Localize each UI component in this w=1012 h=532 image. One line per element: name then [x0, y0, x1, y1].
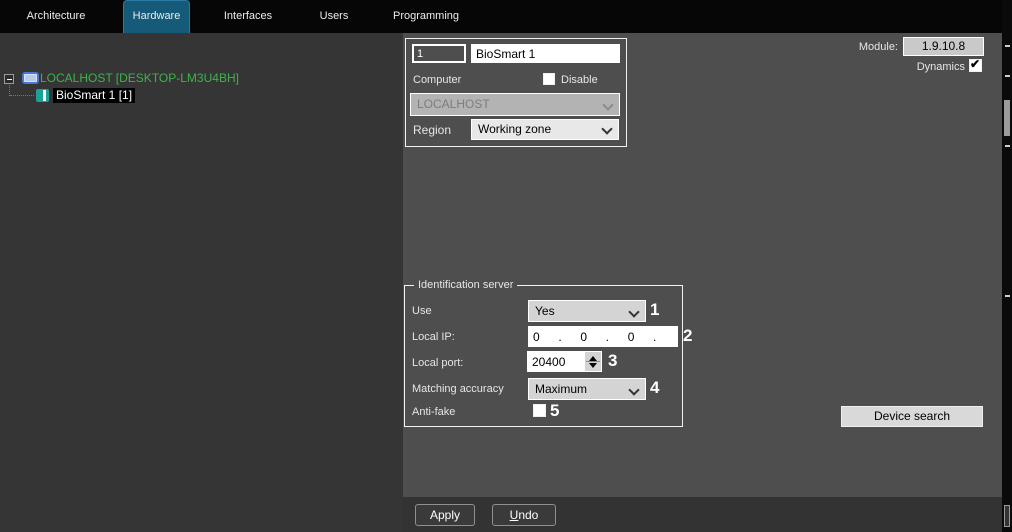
matching-accuracy-value: Maximum [535, 382, 587, 396]
splitter-dash [1005, 45, 1010, 47]
dynamics-label: Dynamics [890, 61, 965, 73]
annotation-2: 2 [683, 326, 692, 346]
computer-icon [22, 72, 39, 84]
local-ip-label: Local IP: [412, 331, 455, 343]
biosmart-device-icon [36, 89, 49, 102]
module-label: Module: [830, 41, 898, 53]
device-search-button[interactable]: Device search [841, 406, 983, 427]
annotation-3: 3 [608, 351, 617, 371]
matching-accuracy-label: Matching accuracy [412, 383, 504, 395]
annotation-4: 4 [650, 378, 659, 398]
chevron-down-icon [601, 123, 612, 134]
use-label: Use [412, 305, 432, 317]
checkmark-icon: ✔ [970, 58, 982, 70]
spinner-down-icon[interactable] [589, 363, 597, 368]
spinner-divider [586, 361, 600, 362]
port-spinner[interactable] [584, 351, 602, 372]
chevron-down-icon [628, 306, 639, 317]
right-splitter[interactable] [1002, 0, 1012, 532]
computer-select[interactable]: LOCALHOST [410, 93, 620, 116]
splitter-dash [1005, 75, 1010, 77]
tree-expander-minus-icon[interactable] [4, 74, 14, 84]
computer-label: Computer [413, 74, 461, 86]
module-version-value: 1.9.10.8 [903, 37, 984, 56]
undo-mnemonic: U [510, 508, 519, 522]
use-select[interactable]: Yes [528, 300, 646, 322]
anti-fake-checkbox[interactable] [533, 404, 546, 417]
apply-button[interactable]: Apply [415, 504, 475, 526]
local-port-label: Local port: [412, 357, 463, 369]
tab-interfaces[interactable]: Interfaces [212, 0, 284, 33]
tree-connector-horizontal [10, 95, 34, 96]
splitter-dash [1005, 145, 1010, 147]
chevron-down-icon [602, 99, 613, 110]
device-id-field[interactable] [412, 44, 466, 63]
undo-button[interactable]: Undo [492, 504, 556, 526]
device-tree-panel: LOCALHOST [DESKTOP-LM3U4BH] BioSmart 1 [… [0, 33, 403, 532]
region-label: Region [413, 124, 451, 136]
identification-server-title: Identification server [414, 279, 517, 291]
top-nav-bar: Architecture Hardware Interfaces Users P… [0, 0, 1012, 33]
tab-architecture[interactable]: Architecture [16, 0, 96, 33]
matching-accuracy-select[interactable]: Maximum [528, 378, 646, 400]
tab-programming[interactable]: Programming [386, 0, 466, 33]
region-select-value: Working zone [478, 122, 551, 136]
right-scrollbar-thumb[interactable] [1004, 100, 1010, 136]
chevron-down-icon [628, 384, 639, 395]
disable-checkbox[interactable] [543, 73, 555, 85]
annotation-1: 1 [650, 300, 659, 320]
dynamics-checkbox[interactable]: ✔ [969, 59, 982, 72]
region-select[interactable]: Working zone [471, 119, 619, 140]
splitter-dash [1005, 295, 1010, 297]
device-name-field[interactable] [471, 44, 620, 63]
annotation-5: 5 [550, 401, 559, 421]
local-ip-field[interactable] [528, 326, 678, 347]
anti-fake-label: Anti-fake [412, 406, 455, 418]
computer-select-value: LOCALHOST [417, 97, 490, 111]
splitter-bottom-handle [1004, 505, 1010, 527]
use-select-value: Yes [535, 304, 555, 318]
tab-users[interactable]: Users [306, 0, 362, 33]
tab-hardware[interactable]: Hardware [123, 0, 190, 33]
disable-label: Disable [561, 74, 598, 86]
local-port-field[interactable] [527, 351, 584, 372]
undo-rest: ndo [518, 508, 538, 522]
tree-item-biosmart[interactable]: BioSmart 1 [1] [53, 88, 135, 103]
tree-item-localhost[interactable]: LOCALHOST [DESKTOP-LM3U4BH] [40, 72, 239, 85]
